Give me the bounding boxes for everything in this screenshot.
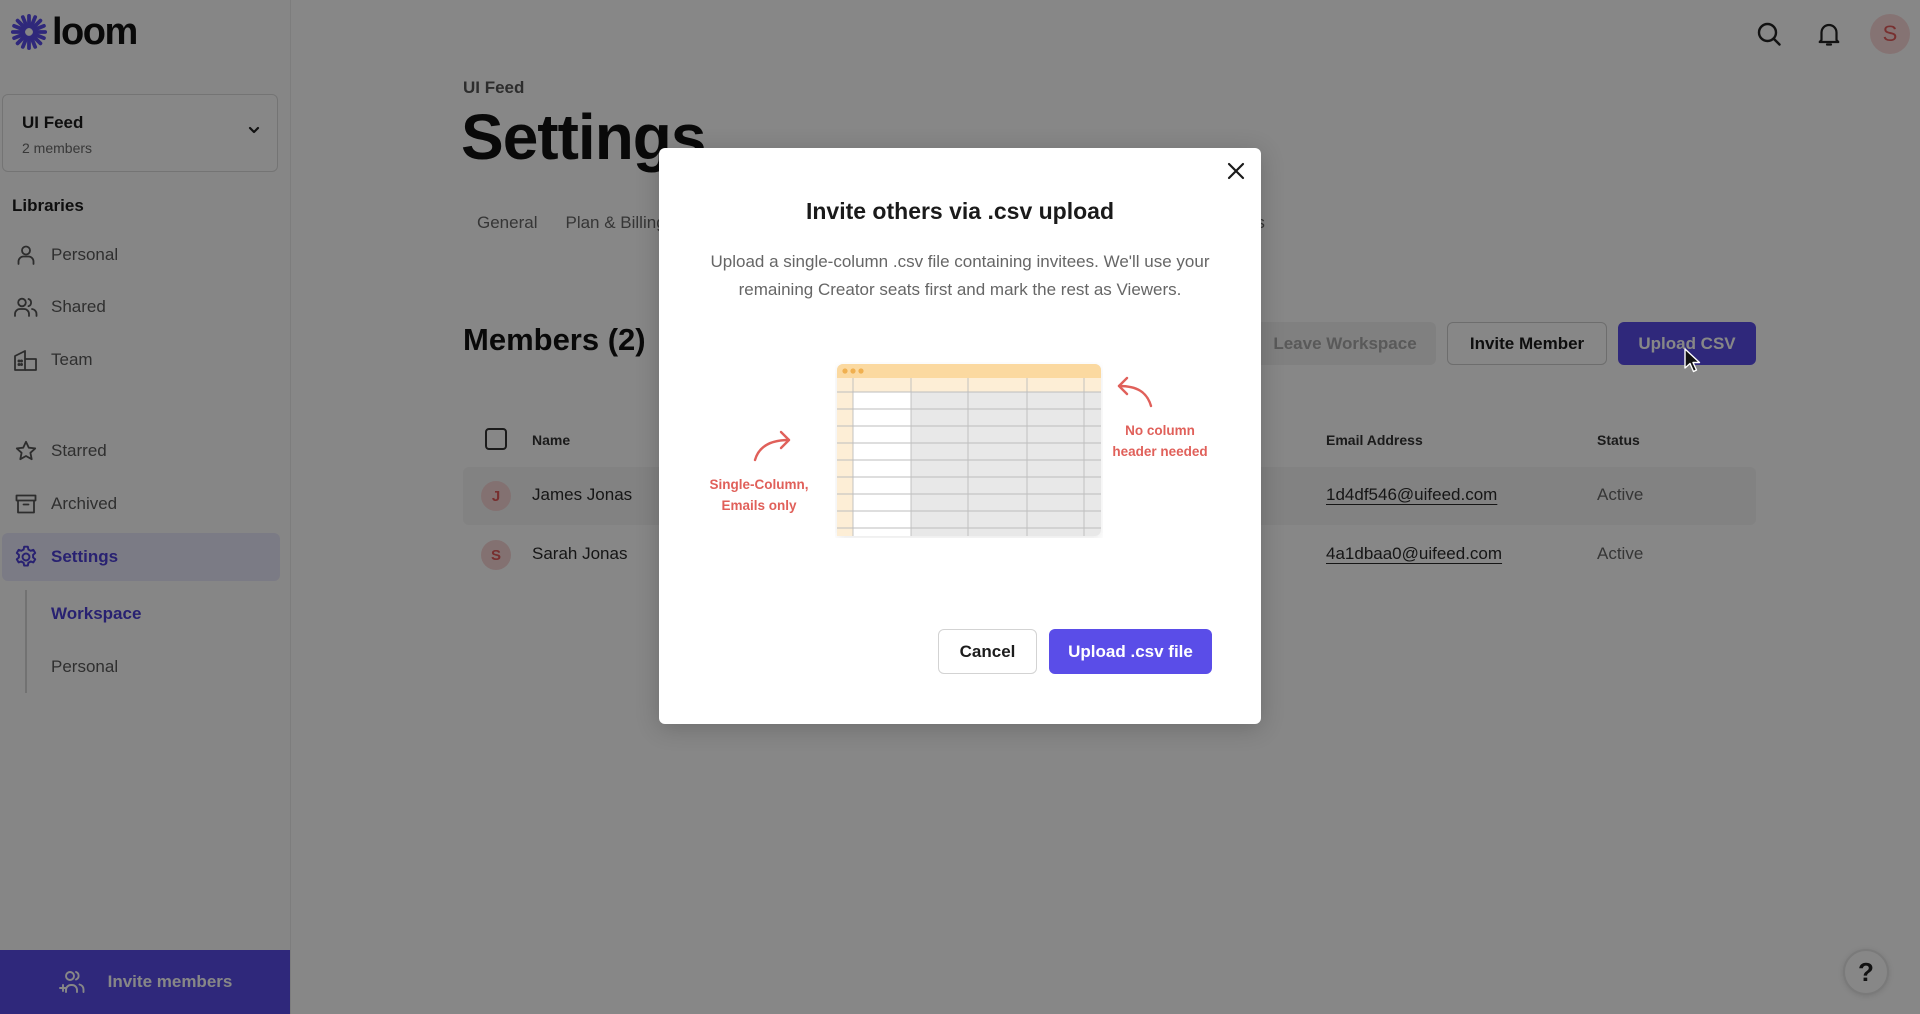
dialog-description: Upload a single-column .csv file contain… — [710, 252, 1210, 299]
dialog-title: Invite others via .csv upload — [805, 198, 1115, 224]
mouse-cursor-icon — [1684, 348, 1701, 373]
csv-illustration: Single-Column, Emails only No column hea… — [699, 348, 1221, 548]
annotation-no-header: No column header needed — [1112, 423, 1208, 459]
curved-arrow-right-icon — [753, 430, 791, 462]
cancel-button[interactable]: Cancel — [938, 629, 1037, 674]
upload-csv-file-button[interactable]: Upload .csv file — [1049, 629, 1212, 674]
spreadsheet-illustration — [837, 364, 1101, 536]
annotation-single-column: Single-Column, Emails only — [709, 477, 809, 513]
close-button[interactable] — [1221, 156, 1251, 186]
csv-upload-dialog: Invite others via .csv upload Upload a s… — [659, 148, 1261, 724]
curved-arrow-left-icon — [1117, 376, 1153, 408]
close-icon — [1227, 162, 1245, 180]
